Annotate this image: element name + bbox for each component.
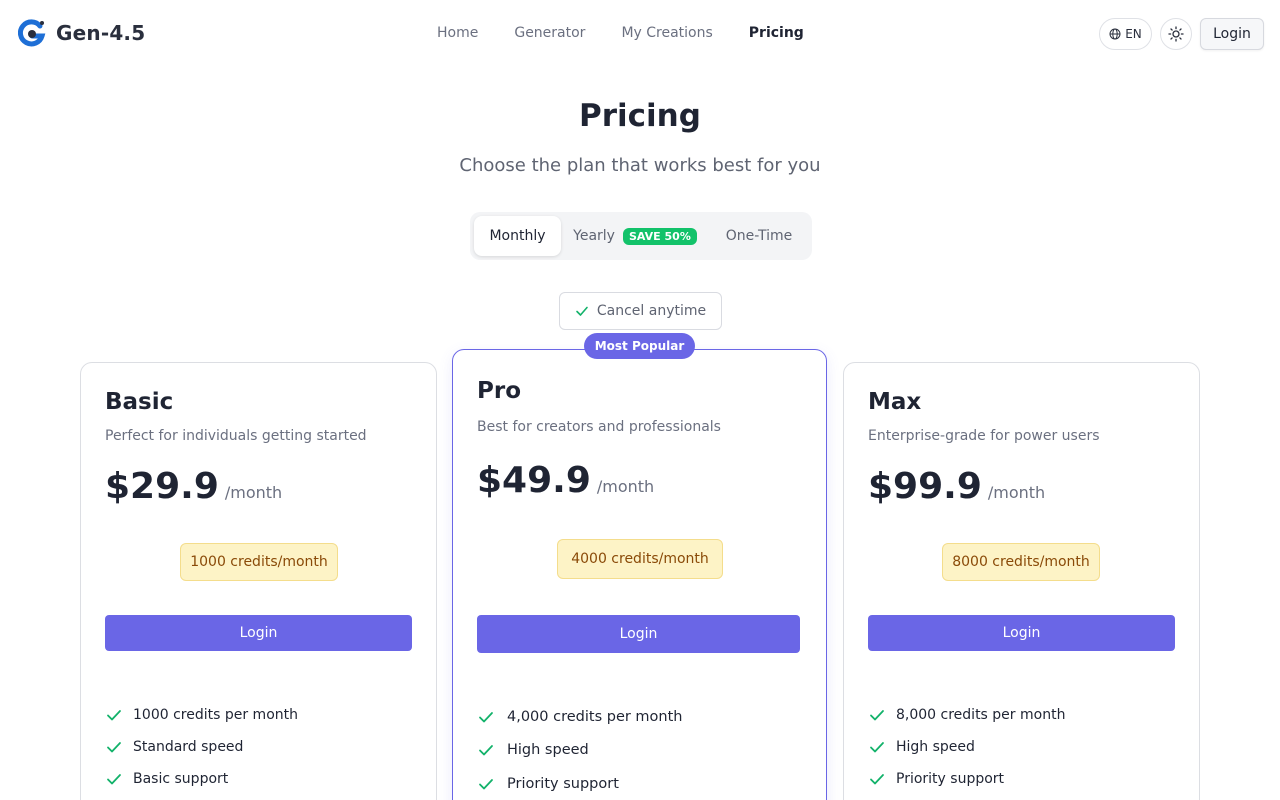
top-header: Gen-4.5 Home Generator My Creations Pric… (0, 0, 1280, 68)
feature-item: Basic support (105, 763, 298, 795)
theme-toggle-button[interactable] (1160, 18, 1192, 50)
nav-home[interactable]: Home (437, 25, 478, 41)
cancel-anytime-label: Cancel anytime (596, 303, 707, 319)
check-icon (107, 774, 121, 785)
plan-period: /month (987, 483, 1046, 502)
check-icon (107, 710, 121, 721)
credits-badge: 8000 credits/month (942, 543, 1100, 581)
brand-logo[interactable]: Gen-4.5 (18, 18, 145, 48)
feature-list: 1000 credits per month Standard speed Ba… (105, 699, 298, 795)
billing-option-one-time[interactable]: One-Time (710, 216, 808, 256)
price-row: $29.9 /month (105, 466, 282, 507)
feature-item: 8,000 credits per month (868, 699, 1065, 731)
billing-option-yearly[interactable]: Yearly SAVE 50% (570, 216, 700, 256)
language-button[interactable]: EN (1099, 18, 1152, 50)
plan-period: /month (224, 483, 283, 502)
check-icon (479, 745, 493, 756)
app-name: Gen-4.5 (56, 21, 146, 45)
plan-name: Basic (105, 389, 174, 415)
check-icon (107, 742, 121, 753)
price-row: $99.9 /month (868, 466, 1045, 507)
feature-item: High speed (477, 734, 683, 768)
basic-login-button[interactable]: Login (105, 615, 412, 651)
check-icon (479, 711, 493, 723)
check-icon (870, 774, 884, 785)
logo-icon (18, 19, 46, 47)
plan-card-max: Max Enterprise-grade for power users $99… (843, 362, 1200, 800)
header-login-button[interactable]: Login (1200, 18, 1264, 50)
page-title: Pricing (579, 98, 701, 134)
plan-price: $49.9 (477, 460, 591, 501)
plan-description: Perfect for individuals getting started (105, 428, 367, 444)
billing-period-toggle: Monthly Yearly SAVE 50% One-Time (470, 212, 812, 260)
feature-label: Basic support (133, 771, 229, 787)
max-login-button[interactable]: Login (868, 615, 1175, 651)
price-row: $49.9 /month (477, 460, 654, 501)
language-label: EN (1125, 27, 1142, 41)
billing-option-monthly[interactable]: Monthly (474, 216, 561, 256)
save-badge: SAVE 50% (622, 227, 697, 245)
billing-option-label: Yearly (573, 228, 615, 244)
cancel-anytime-note: Cancel anytime (559, 292, 722, 330)
globe-icon (1109, 28, 1121, 40)
feature-item: 4,000 credits per month (477, 700, 683, 734)
feature-list: 4,000 credits per month High speed Prior… (477, 700, 683, 800)
plan-card-pro: Pro Best for creators and professionals … (452, 349, 827, 800)
nav-generator[interactable]: Generator (514, 25, 585, 41)
feature-label: 8,000 credits per month (896, 707, 1066, 723)
plan-description: Best for creators and professionals (477, 419, 721, 435)
feature-label: Priority support (896, 771, 1005, 787)
feature-list: 8,000 credits per month High speed Prior… (868, 699, 1065, 795)
plan-description: Enterprise-grade for power users (868, 428, 1100, 444)
feature-item: Standard speed (105, 731, 298, 763)
feature-label: 1000 credits per month (133, 707, 298, 723)
feature-item: Priority support (868, 763, 1065, 795)
feature-item: 1000 credits per month (105, 699, 298, 731)
pro-login-button[interactable]: Login (477, 615, 800, 653)
credits-badge: 1000 credits/month (180, 543, 338, 581)
nav-pricing[interactable]: Pricing (749, 25, 804, 41)
plan-period: /month (596, 477, 655, 496)
feature-item: High speed (868, 731, 1065, 763)
check-icon (479, 778, 493, 790)
plan-price: $29.9 (105, 466, 219, 507)
feature-label: 4,000 credits per month (507, 708, 683, 725)
nav-my-creations[interactable]: My Creations (621, 25, 712, 41)
plan-name: Max (868, 389, 922, 415)
plan-name: Pro (477, 378, 522, 404)
feature-label: Priority support (507, 775, 619, 792)
plan-price: $99.9 (868, 466, 982, 507)
feature-label: High speed (507, 742, 589, 759)
feature-item: Priority support (477, 767, 683, 800)
sun-icon (1168, 26, 1184, 42)
plan-card-basic: Basic Perfect for individuals getting st… (80, 362, 437, 800)
feature-label: Standard speed (133, 739, 244, 755)
check-icon (870, 710, 884, 721)
feature-label: High speed (896, 739, 975, 755)
most-popular-badge: Most Popular (584, 333, 695, 359)
check-icon (576, 306, 588, 316)
billing-option-label: Monthly (489, 228, 546, 244)
page-subtitle: Choose the plan that works best for you (459, 155, 821, 176)
credits-badge: 4000 credits/month (557, 539, 723, 579)
billing-option-label: One-Time (725, 228, 793, 244)
main-nav: Home Generator My Creations Pricing (437, 25, 804, 41)
check-icon (870, 742, 884, 753)
